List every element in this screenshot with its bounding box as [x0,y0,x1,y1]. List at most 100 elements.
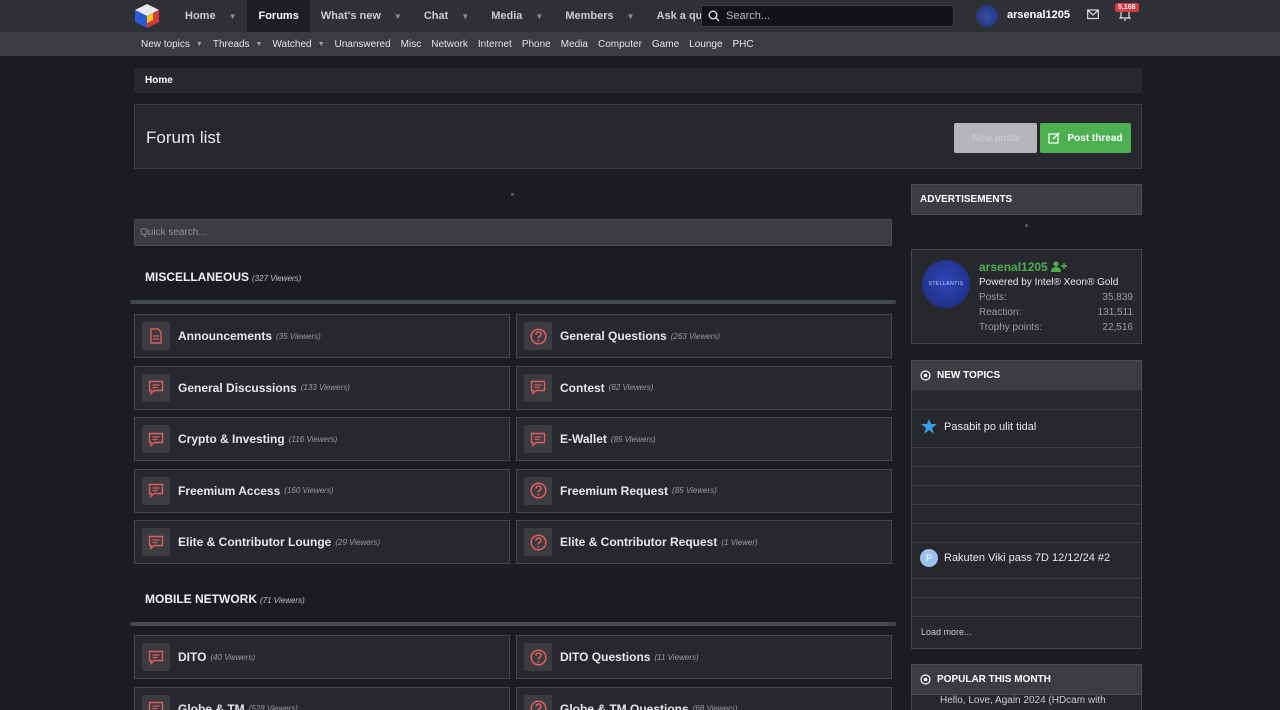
topic-item[interactable]: Pasabit po ulit tidal [920,418,1036,436]
popular-first-item[interactable]: Hello, Love, Again 2024 (HDcam with [911,695,1142,710]
forum-node[interactable]: Globe & TM (528 Viewers) [134,686,510,710]
forum-node[interactable]: Crypto & Investing (116 Viewers) [134,417,510,461]
chat-icon[interactable] [524,425,552,453]
forum-title[interactable]: E-Wallet [560,432,607,446]
chevron-down-icon[interactable]: ▼ [627,12,635,21]
chevron-down-icon[interactable]: ▼ [461,12,469,21]
chevron-down-icon[interactable]: ▼ [196,41,203,48]
forum-title[interactable]: DITO [178,650,206,664]
chat-icon[interactable] [142,476,170,505]
nav-members[interactable]: Members ▼ [554,0,645,32]
chevron-down-icon[interactable]: ▼ [535,12,543,21]
forum-node[interactable]: Contest (82 Viewers) [516,365,892,410]
quick-search-input[interactable]: Quick search... [134,219,892,246]
question-icon[interactable] [524,528,552,556]
forum-title[interactable]: General Questions [560,329,667,343]
subnav-phone[interactable]: Phone [522,39,551,50]
site-logo-icon[interactable] [134,3,160,29]
forum-title[interactable]: Freemium Request [560,484,668,498]
chat-icon[interactable] [142,425,170,453]
forum-title[interactable]: Contest [560,381,605,395]
popular-title: POPULAR THIS MONTH [937,674,1051,685]
username-link[interactable]: arsenal1205 [1007,9,1070,21]
forum-node[interactable]: General Questions (263 Viewers) [516,314,892,358]
new-posts-button[interactable]: New posts [954,123,1037,153]
chat-icon[interactable] [142,694,170,710]
nav-media[interactable]: Media ▼ [480,0,554,32]
stat-value[interactable]: 35,839 [1102,292,1133,303]
category-title-mobile-network[interactable]: MOBILE NETWORK (71 Viewers) [145,592,305,606]
chevron-down-icon[interactable]: ▼ [318,41,325,48]
search-input[interactable]: Search... [701,5,954,27]
stat-value[interactable]: 22,516 [1102,322,1133,333]
question-icon[interactable] [524,322,552,350]
subnav-watched[interactable]: Watched ▼ [272,39,324,50]
topic-avatar-icon[interactable] [920,418,938,436]
subnav-label: Misc [400,38,422,50]
chat-icon[interactable] [142,643,170,671]
forum-title[interactable]: Announcements [178,329,272,343]
subnav-internet[interactable]: Internet [478,39,512,50]
profile-username[interactable]: arsenal1205 [979,260,1068,274]
subnav-network[interactable]: Network [431,39,468,50]
category-title-miscellaneous[interactable]: MISCELLANEOUS (327 Viewers) [145,270,301,284]
forum-viewers: (116 Viewers) [288,434,338,444]
forum-title[interactable]: Globe & TM Questions [560,702,689,710]
forum-title[interactable]: Freemium Access [178,484,280,498]
question-icon[interactable] [524,476,552,505]
mail-icon[interactable] [1087,9,1099,20]
stat-value[interactable]: 131,511 [1098,307,1133,318]
subnav-media[interactable]: Media [561,39,588,50]
forum-node[interactable]: General Discussions (133 Viewers) [134,365,510,410]
profile-avatar[interactable]: STELLANTIS [922,260,970,308]
forum-title[interactable]: Crypto & Investing [178,432,285,446]
post-thread-button[interactable]: Post thread [1040,123,1131,153]
breadcrumb-home[interactable]: Home [145,75,173,86]
question-icon[interactable] [524,643,552,671]
forum-node[interactable]: DITO Questions (11 Viewers) [516,635,892,679]
document-icon[interactable] [142,322,170,350]
subnav-new-topics[interactable]: New topics ▼ [141,39,203,50]
forum-node[interactable]: Elite & Contributor Lounge (29 Viewers) [134,520,510,564]
subnav-phc[interactable]: PHC [733,39,754,50]
forum-node[interactable]: E-Wallet (85 Viewers) [516,417,892,461]
chevron-down-icon[interactable]: ▼ [256,41,263,48]
forum-node[interactable]: Freemium Request (85 Viewers) [516,468,892,513]
forum-node[interactable]: Announcements (35 Viewers) [134,314,510,358]
nav-chat[interactable]: Chat ▼ [413,0,480,32]
forum-title[interactable]: Elite & Contributor Lounge [178,535,331,549]
topic-separator [912,504,1141,505]
forum-viewers: (85 Viewers) [672,486,717,495]
forum-node[interactable]: Freemium Access (160 Viewers) [134,468,510,513]
nav-whats-new[interactable]: What's new ▼ [310,0,413,32]
forum-viewers: (29 Viewers) [335,537,381,547]
chat-icon[interactable] [142,373,170,402]
subnav-lounge[interactable]: Lounge [689,39,722,50]
subnav-game[interactable]: Game [652,39,679,50]
add-user-icon[interactable] [1051,261,1068,272]
question-icon[interactable] [524,694,552,710]
load-more-link[interactable]: Load more... [921,627,972,637]
forum-title[interactable]: Globe & TM [178,702,245,710]
subnav-computer[interactable]: Computer [598,39,642,50]
subnav-unanswered[interactable]: Unanswered [335,39,391,50]
chevron-down-icon[interactable]: ▼ [229,12,237,21]
popular-item-title: Hello, Love, Again 2024 (HDcam with [940,695,1106,706]
forum-node[interactable]: Globe & TM Questions (68 Viewers) [516,686,892,710]
forum-node[interactable]: Elite & Contributor Request (1 Viewer) [516,520,892,564]
user-avatar[interactable] [976,5,998,27]
forum-node[interactable]: DITO (40 Viewers) [134,635,510,679]
chevron-down-icon[interactable]: ▼ [394,12,402,21]
forum-title[interactable]: General Discussions [178,381,297,395]
forum-title[interactable]: Elite & Contributor Request [560,535,717,549]
forum-title[interactable]: DITO Questions [560,650,650,664]
nav-forums[interactable]: Forums [247,0,310,32]
subnav-threads[interactable]: Threads ▼ [213,39,263,50]
topic-item[interactable]: P Rakuten Viki pass 7D 12/12/24 #2 [920,549,1110,567]
nav-home[interactable]: Home ▼ [174,0,247,32]
subnav-misc[interactable]: Misc [401,39,422,50]
loading-dot [1025,224,1028,227]
topic-avatar[interactable]: P [920,549,938,567]
chat-icon[interactable] [524,373,552,402]
chat-icon[interactable] [142,528,170,556]
